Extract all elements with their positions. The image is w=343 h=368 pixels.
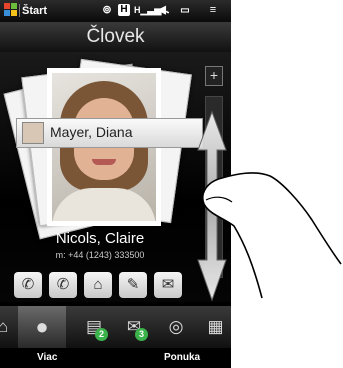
gesture-overlay [197, 110, 342, 302]
finger-icon [202, 172, 342, 299]
